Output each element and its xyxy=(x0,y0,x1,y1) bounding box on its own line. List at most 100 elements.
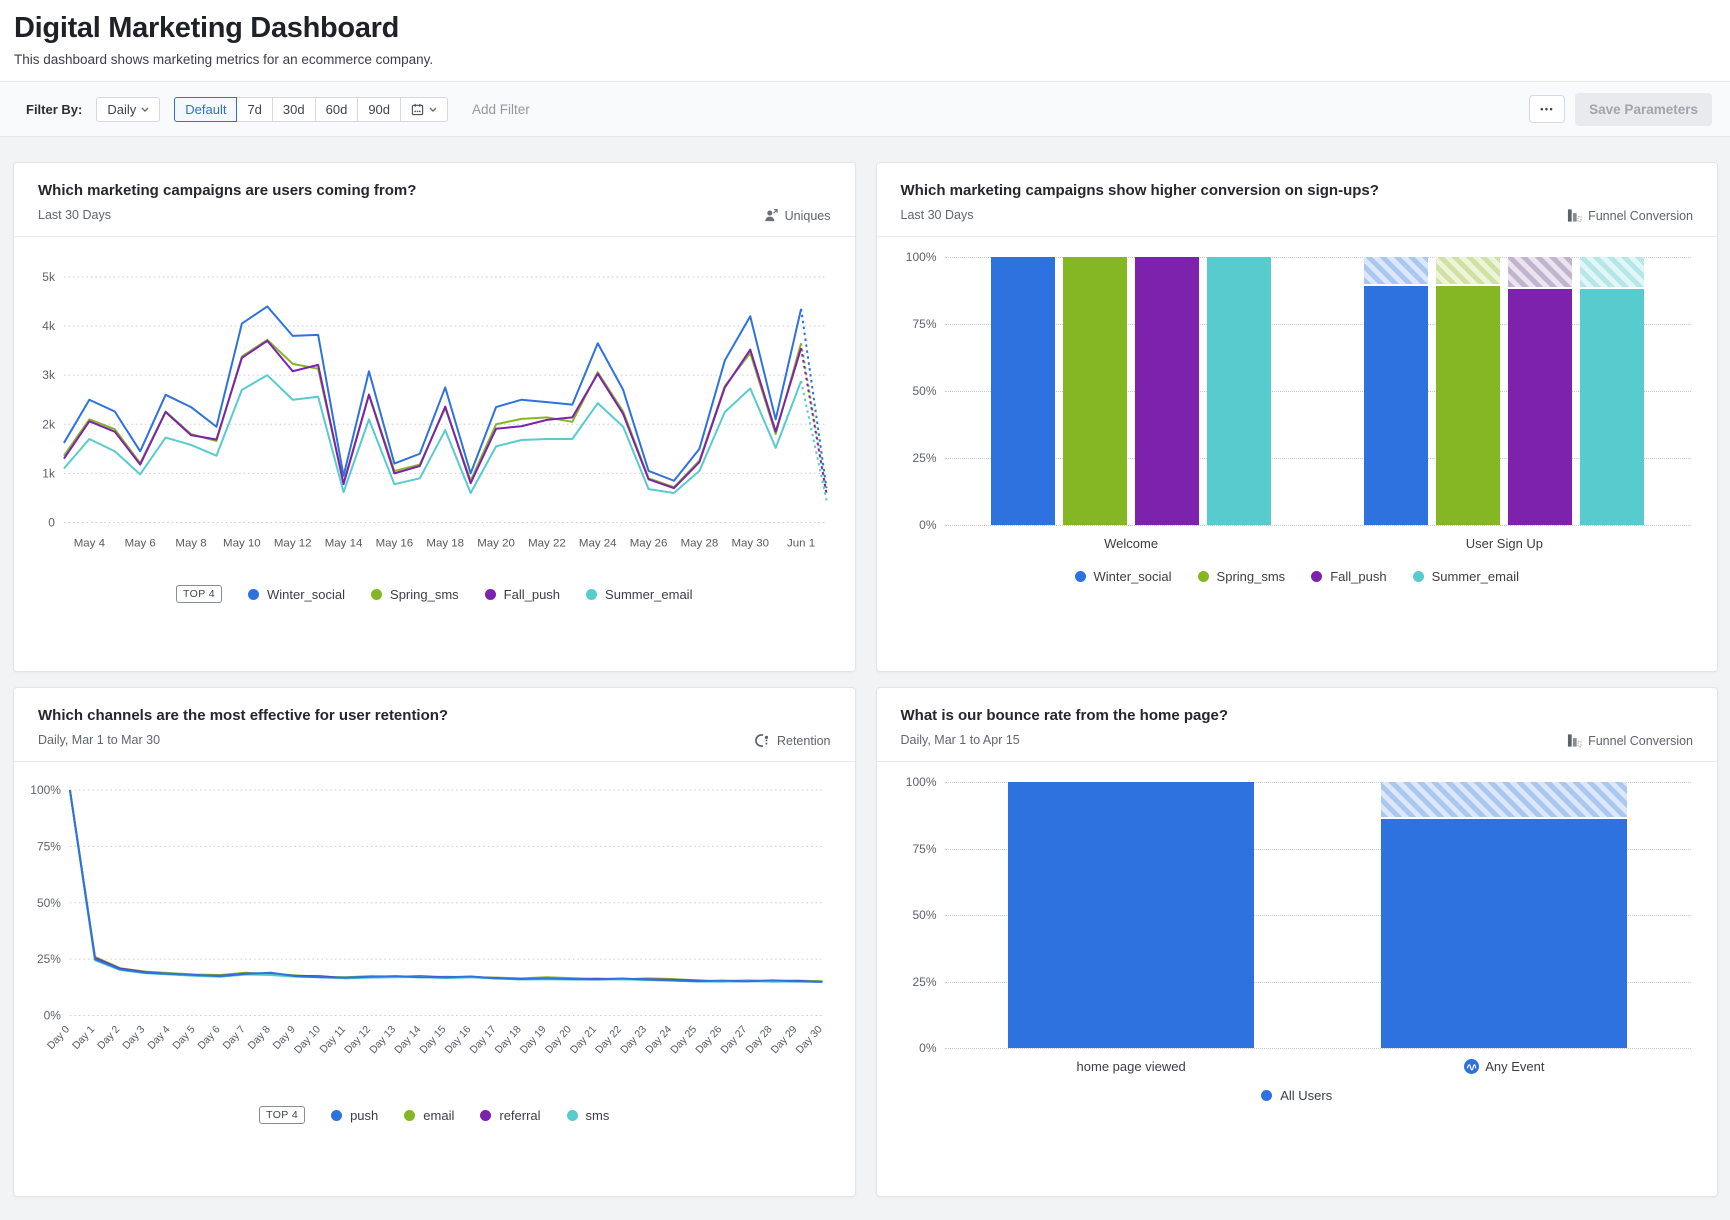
range-preset-default[interactable]: Default xyxy=(174,97,237,122)
category-label-any-event: Any Event xyxy=(1318,1059,1691,1074)
bar-fall_push-welcome[interactable] xyxy=(1135,257,1199,525)
legend-item-winter_social[interactable]: Winter_social xyxy=(248,587,345,602)
chart-mode-label: Funnel Conversion xyxy=(1588,734,1693,748)
y-axis-tick-label: 50% xyxy=(912,908,936,922)
legend-item-winter_social[interactable]: Winter_social xyxy=(1075,569,1172,584)
x-axis-tick-label: Day 30 xyxy=(794,1024,824,1056)
legend-item-summer_email[interactable]: Summer_email xyxy=(586,587,692,602)
x-axis-tick-label: Day 20 xyxy=(544,1024,574,1056)
chart-legend: TOP 4Winter_socialSpring_smsFall_pushSum… xyxy=(14,585,855,603)
chart-legend: Winter_social Spring_sms Fall_push Summer_e… xyxy=(877,569,1718,584)
x-axis-tick-label: Day 10 xyxy=(293,1024,323,1056)
legend-item-spring_sms[interactable]: Spring_sms xyxy=(1198,569,1286,584)
x-axis-tick-label: Day 4 xyxy=(146,1024,173,1052)
range-preset-7d[interactable]: 7d xyxy=(236,97,272,122)
category-label-welcome: Welcome xyxy=(945,536,1318,551)
category-label-user-sign-up: User Sign Up xyxy=(1318,536,1691,551)
x-axis-tick-label: Day 29 xyxy=(769,1024,799,1056)
legend-item-fall_push[interactable]: Fall_push xyxy=(485,587,560,602)
legend-label: Summer_email xyxy=(605,587,692,602)
legend-label: Fall_push xyxy=(504,587,560,602)
add-filter-button[interactable]: Add Filter xyxy=(472,102,530,117)
legend-item-spring_sms[interactable]: Spring_sms xyxy=(371,587,459,602)
x-axis-tick-label: May 22 xyxy=(528,537,566,549)
chart-mode: Retention xyxy=(755,733,831,748)
series-line-incomplete-fall_push xyxy=(801,348,826,494)
category-label-text: User Sign Up xyxy=(1466,536,1543,551)
dashboard-grid: Which marketing campaigns are users comi… xyxy=(0,137,1730,1203)
x-axis-tick-label: Day 28 xyxy=(744,1024,774,1056)
x-axis-tick-label: May 30 xyxy=(731,537,769,549)
category-label-text: home page viewed xyxy=(1077,1059,1186,1074)
bar-category-labels: home page viewed Any Event xyxy=(945,1059,1692,1074)
y-axis-tick-label: 0% xyxy=(44,1009,62,1023)
interval-dropdown[interactable]: Daily xyxy=(96,97,160,122)
range-preset-90d[interactable]: 90d xyxy=(357,97,401,122)
x-axis-tick-label: Day 26 xyxy=(694,1024,724,1056)
y-axis-tick-label: 0 xyxy=(48,515,55,529)
x-axis-tick-label: May 8 xyxy=(175,537,206,549)
chart-title[interactable]: Which marketing campaigns are users comi… xyxy=(38,182,416,199)
series-line-spring_sms xyxy=(64,340,801,487)
y-axis-tick-label: 4k xyxy=(42,319,55,333)
legend-dot xyxy=(1261,1090,1272,1101)
y-axis-tick-label: 100% xyxy=(30,783,61,797)
chart-mode-label: Retention xyxy=(777,734,831,748)
range-preset-60d[interactable]: 60d xyxy=(315,97,359,122)
bar-group-home-page-viewed xyxy=(945,782,1318,1048)
chart-title[interactable]: Which channels are the most effective fo… xyxy=(38,707,448,724)
x-axis-tick-label: Day 19 xyxy=(518,1024,548,1056)
bar-group-user-sign-up xyxy=(1318,257,1691,525)
panel-header: Which marketing campaigns show higher co… xyxy=(877,163,1718,237)
range-preset-30d[interactable]: 30d xyxy=(272,97,316,122)
any-event-icon xyxy=(1464,1059,1479,1074)
chart-title[interactable]: What is our bounce rate from the home pa… xyxy=(901,707,1229,724)
chart-title[interactable]: Which marketing campaigns show higher co… xyxy=(901,182,1379,199)
category-label-text: Welcome xyxy=(1104,536,1158,551)
x-axis-tick-label: Day 22 xyxy=(594,1024,624,1056)
legend-item-fall_push[interactable]: Fall_push xyxy=(1311,569,1386,584)
bar-spring_sms-welcome[interactable] xyxy=(1063,257,1127,525)
bar-spring_sms-user-sign-up[interactable] xyxy=(1436,257,1500,525)
bar-summer_email-welcome[interactable] xyxy=(1207,257,1271,525)
bar-winter_social-user-sign-up[interactable] xyxy=(1364,257,1428,525)
legend-item-push[interactable]: push xyxy=(331,1108,378,1123)
legend-dot xyxy=(248,589,259,600)
custom-date-range-button[interactable] xyxy=(400,97,448,122)
bar-converted-segment xyxy=(1364,286,1428,525)
x-axis-tick-label: May 10 xyxy=(223,537,261,549)
x-axis-tick-label: May 18 xyxy=(426,537,464,549)
legend-item-summer_email[interactable]: Summer_email xyxy=(1413,569,1519,584)
x-axis-tick-label: May 24 xyxy=(579,537,617,549)
x-axis-tick-label: Day 17 xyxy=(468,1024,498,1056)
bar-plot-area: 0%25%50%75%100% xyxy=(945,257,1692,525)
save-parameters-button[interactable]: Save Parameters xyxy=(1575,93,1712,126)
legend-item-all users[interactable]: All Users xyxy=(1261,1088,1332,1103)
campaigns-line-chart: 01k2k3k4k5kMay 4May 6May 8May 10May 12Ma… xyxy=(24,251,841,562)
bar-all users-home-page-viewed[interactable] xyxy=(1008,782,1254,1048)
filter-by-label: Filter By: xyxy=(26,102,82,117)
legend-item-sms[interactable]: sms xyxy=(567,1108,610,1123)
funnel-bar-chart: 0%25%50%75%100%home page viewedAny Event xyxy=(877,762,1718,1074)
legend-dot xyxy=(1413,571,1424,582)
x-axis-tick-label: May 4 xyxy=(74,537,106,549)
bar-all users-any-event[interactable] xyxy=(1381,782,1627,1048)
y-axis-tick-label: 75% xyxy=(912,317,936,331)
date-range-preset-group: Default7d30d60d90d xyxy=(174,97,448,122)
x-axis-tick-label: Day 14 xyxy=(393,1024,423,1056)
chart-mode-label: Uniques xyxy=(785,209,831,223)
bar-groups xyxy=(945,782,1692,1048)
legend-item-referral[interactable]: referral xyxy=(480,1108,540,1123)
x-axis-tick-label: May 20 xyxy=(477,537,515,549)
x-axis-tick-label: May 12 xyxy=(274,537,312,549)
x-axis-tick-label: Day 2 xyxy=(96,1024,123,1052)
top-n-badge: TOP 4 xyxy=(259,1106,305,1124)
panel-header: Which channels are the most effective fo… xyxy=(14,688,855,762)
y-axis-tick-label: 100% xyxy=(906,250,937,264)
more-options-button[interactable]: ••• xyxy=(1529,95,1565,123)
bar-summer_email-user-sign-up[interactable] xyxy=(1580,257,1644,525)
bar-fall_push-user-sign-up[interactable] xyxy=(1508,257,1572,525)
x-axis-tick-label: Day 24 xyxy=(644,1024,674,1056)
bar-winter_social-welcome[interactable] xyxy=(991,257,1055,525)
legend-item-email[interactable]: email xyxy=(404,1108,454,1123)
